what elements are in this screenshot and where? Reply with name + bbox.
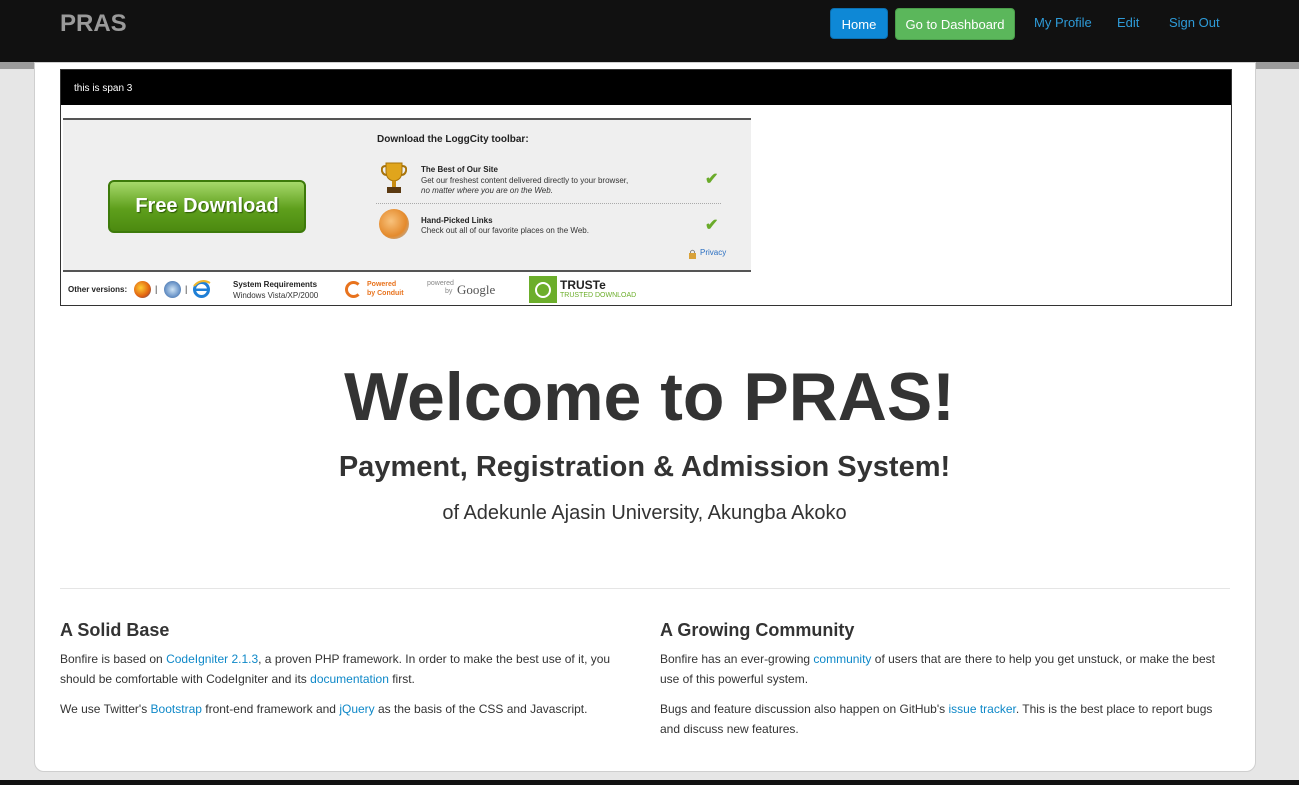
growing-community-section: A Growing Community Bonfire has an ever-…	[660, 620, 1230, 749]
ad-item1-text: Get our freshest content delivered direc…	[421, 176, 629, 185]
checkmark-icon: ✔	[705, 171, 719, 188]
ad-title: Download the LoggCity toolbar:	[377, 134, 529, 145]
ad-item1-text2: no matter where you are on the Web.	[421, 186, 553, 195]
ad-item2-title: Hand-Picked Links	[421, 216, 493, 225]
hero-title: Welcome to PRAS!	[344, 359, 955, 435]
edit-link[interactable]: Edit	[1117, 15, 1139, 30]
truste-logo-icon	[529, 276, 557, 303]
ad-item1-title: The Best of Our Site	[421, 165, 498, 174]
issue-tracker-link[interactable]: issue tracker	[948, 702, 1015, 716]
hero-subtitle: Payment, Registration & Admission System…	[338, 451, 951, 483]
free-download-button[interactable]: Free Download	[108, 180, 306, 233]
system-requirements-title: System Requirements	[233, 280, 318, 289]
divider	[60, 588, 1230, 589]
codeigniter-link[interactable]: CodeIgniter 2.1.3	[166, 652, 258, 666]
ad-divider	[376, 203, 721, 204]
home-button[interactable]: Home	[830, 8, 888, 39]
documentation-link[interactable]: documentation	[310, 672, 389, 686]
top-navbar: PRAS Home Go to Dashboard My Profile Edi…	[0, 0, 1299, 62]
conduit-logo-icon	[345, 281, 362, 298]
community-link[interactable]: community	[813, 652, 871, 666]
my-profile-link[interactable]: My Profile	[1034, 15, 1092, 30]
section-heading: A Growing Community	[660, 620, 855, 640]
section-heading: A Solid Base	[60, 620, 170, 640]
section-paragraph: Bonfire is based on CodeIgniter 2.1.3, a…	[60, 652, 611, 686]
privacy-link[interactable]: Privacy	[700, 248, 726, 257]
hero-university: of Adekunle Ajasin University, Akungba A…	[442, 502, 847, 524]
google-logo: Google	[457, 282, 496, 297]
internet-explorer-icon[interactable]	[192, 280, 211, 299]
truste-label: TRUSTe	[560, 278, 606, 292]
powered-by-line2: by	[445, 288, 453, 295]
dashboard-button[interactable]: Go to Dashboard	[895, 8, 1015, 40]
truste-sub-label: TRUSTED DOWNLOAD	[560, 292, 637, 299]
conduit-line2: by Conduit	[367, 290, 404, 297]
checkmark-icon: ✔	[705, 217, 719, 234]
ad-footer: Other versions: | | System Requirements …	[63, 272, 751, 304]
solid-base-section: A Solid Base Bonfire is based on CodeIgn…	[60, 620, 630, 729]
conduit-line1: Powered	[367, 281, 397, 288]
other-versions-label: Other versions:	[68, 285, 128, 294]
lock-icon	[689, 249, 696, 259]
section-paragraph: We use Twitter's Bootstrap front-end fra…	[60, 702, 588, 716]
toolbar-ad: Free Download Download the LoggCity tool…	[63, 118, 751, 272]
separator: |	[155, 284, 158, 294]
section-paragraph: Bonfire has an ever-growing community of…	[660, 652, 1215, 686]
safari-icon[interactable]	[164, 281, 181, 298]
bottom-bar	[0, 780, 1299, 785]
links-icon	[379, 209, 409, 239]
system-requirements-text: Windows Vista/XP/2000	[233, 291, 319, 300]
separator: |	[185, 284, 188, 294]
firefox-icon[interactable]	[134, 281, 151, 298]
sign-out-link[interactable]: Sign Out	[1169, 15, 1220, 30]
brand-logo[interactable]: PRAS	[60, 10, 127, 38]
trophy-icon	[381, 162, 407, 193]
section-paragraph: Bugs and feature discussion also happen …	[660, 702, 1213, 736]
ad-item2-text: Check out all of our favorite places on …	[421, 226, 589, 235]
span-header: this is span 3	[61, 70, 1231, 105]
jquery-link[interactable]: jQuery	[339, 702, 374, 716]
bootstrap-link[interactable]: Bootstrap	[151, 702, 202, 716]
